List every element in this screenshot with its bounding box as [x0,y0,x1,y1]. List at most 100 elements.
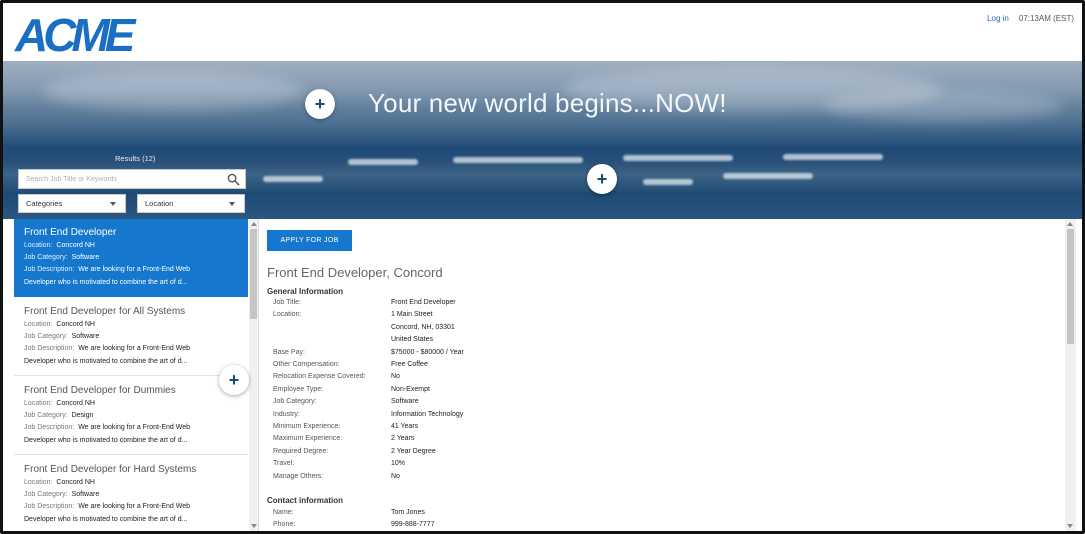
job-category-row: Job Category: Design [24,410,238,422]
general-info-heading: General Information [267,287,344,296]
search-icon[interactable] [227,173,240,186]
scroll-up-icon[interactable] [1067,222,1073,226]
detail-scrollbar[interactable] [1065,219,1076,531]
job-location-row: Location: Concord NH [24,319,238,331]
contact-info-heading: Contact information [267,496,343,505]
plus-icon: + [596,169,608,189]
detail-row: Job Category: Software [273,398,673,410]
hero-cloud [823,91,1063,121]
hero-wave [623,155,733,161]
detail-label: Travel: [273,460,295,468]
hero-wave [263,176,323,182]
detail-label: Job Category: [273,398,317,406]
job-description-row: Job Description: We are looking for a Fro… [24,422,238,434]
detail-value: No [391,472,400,480]
job-category-key: Job Category: [24,491,68,499]
chevron-down-icon [110,202,116,206]
job-list-item[interactable]: Front End Developer for All Systems Loca… [14,298,248,376]
detail-label: Job Title: [273,299,302,306]
detail-label: Location: [273,311,302,319]
job-location: Concord NH [56,479,95,486]
categories-label: Categories [26,199,63,208]
apply-for-job-button[interactable]: APPLY FOR JOB [267,230,352,251]
job-description-key: Job Description: [24,424,75,432]
job-description: We are looking for a Front-End Web [78,503,190,511]
plus-icon: + [228,370,240,390]
detail-scrollbar-thumb[interactable] [1067,229,1074,344]
job-title: Front End Developer [24,227,117,238]
job-location-key: Location: [24,479,53,486]
detail-value: Tom Jones [391,509,425,516]
plus-button[interactable]: + [219,365,249,395]
detail-value: Free Coffee [391,361,428,368]
plus-icon: + [314,94,326,114]
detail-row: Travel: 10% [273,460,673,472]
job-description-row: Job Description: We are looking for a Fro… [24,501,238,513]
job-description-cont: Developer who is motivated to combine th… [24,278,188,286]
detail-row: Employee Type: Non-Exempt [273,386,673,398]
detail-value: 999-888-7777 [391,521,435,529]
detail-label: Base Pay: [273,348,305,356]
job-category: Software [71,254,100,262]
scroll-down-icon[interactable] [1067,524,1073,528]
categories-dropdown[interactable]: Categories [18,194,126,213]
results-count: Results (12) [115,154,156,163]
top-right-links: Log in 07:13AM (EST) [987,14,1074,23]
job-description: We are looking for a Front-End Web [78,266,190,274]
job-location: Concord NH [56,400,95,407]
job-category: Software [71,333,100,341]
detail-row: Maximum Experience: 2 Years [273,435,673,447]
job-title: Front End Developer for All Systems [24,306,186,317]
job-category-row: Job Category: Software [24,252,238,264]
logo-text: ACME [14,9,137,59]
plus-button[interactable]: + [587,164,617,194]
job-list-item[interactable]: Front End Developer for Dummies Location… [14,377,248,455]
detail-row: Manage Others: No [273,473,673,485]
top-bar: ACME Log in 07:13AM (EST) [3,3,1082,61]
plus-button[interactable]: + [305,89,335,119]
job-description-key: Job Description: [24,345,75,353]
job-category: Software [71,491,100,499]
detail-row: Location: 1 Main Street [273,311,673,323]
hero-wave [348,159,418,165]
job-category-key: Job Category: [24,333,68,341]
browser-frame: ACME Log in 07:13AM (EST) Your new world… [0,0,1085,534]
job-location-row: Location: Concord NH [24,240,238,252]
job-category-key: Job Category: [24,412,68,420]
job-title: Front End Developer for Dummies [24,385,176,396]
detail-row: Job Title: Front End Developer [273,299,673,311]
list-scrollbar-thumb[interactable] [250,229,257,319]
job-category: Design [71,412,94,420]
hero-wave [783,154,883,160]
job-list-item[interactable]: Front End Developer Location: Concord NH … [14,219,248,297]
detail-value: 2 Year Degree [391,447,436,455]
chevron-down-icon [229,202,235,206]
job-list-item[interactable]: Front End Developer for Hard Systems Loc… [14,456,248,531]
hero-wave [723,173,813,179]
scroll-up-icon[interactable] [251,222,257,226]
list-scrollbar[interactable] [249,219,258,531]
job-description: We are looking for a Front-End Web [78,424,190,432]
hero-title: Your new world begins...NOW! [368,88,727,118]
search-input[interactable] [19,175,219,183]
hero-wave [643,179,693,185]
job-description-row: Job Description: We are looking for a Fro… [24,264,238,276]
detail-value: 41 Years [391,423,419,430]
detail-label: Manage Others: [273,472,324,480]
detail-label: Minimum Experience: [273,423,341,430]
hero-wave [453,157,583,163]
detail-row: Relocation Expense Covered: No [273,373,673,385]
job-description-cont: Developer who is motivated to combine th… [24,357,188,365]
job-description-cont: Developer who is motivated to combine th… [24,515,188,523]
detail-label: Relocation Expense Covered: [273,373,366,381]
detail-title: Front End Developer, Concord [267,265,443,280]
acme-logo[interactable]: ACME [13,7,139,59]
job-description-row: Job Description: We are looking for a Fro… [24,343,238,355]
login-link[interactable]: Log in [987,14,1009,23]
detail-row: Industry: Information Technology [273,411,673,423]
location-dropdown[interactable]: Location [137,194,245,213]
scroll-down-icon[interactable] [251,524,257,528]
detail-value: 2 Years [391,435,415,443]
job-location-row: Location: Concord NH [24,477,238,489]
detail-label: Required Degree: [273,447,329,455]
